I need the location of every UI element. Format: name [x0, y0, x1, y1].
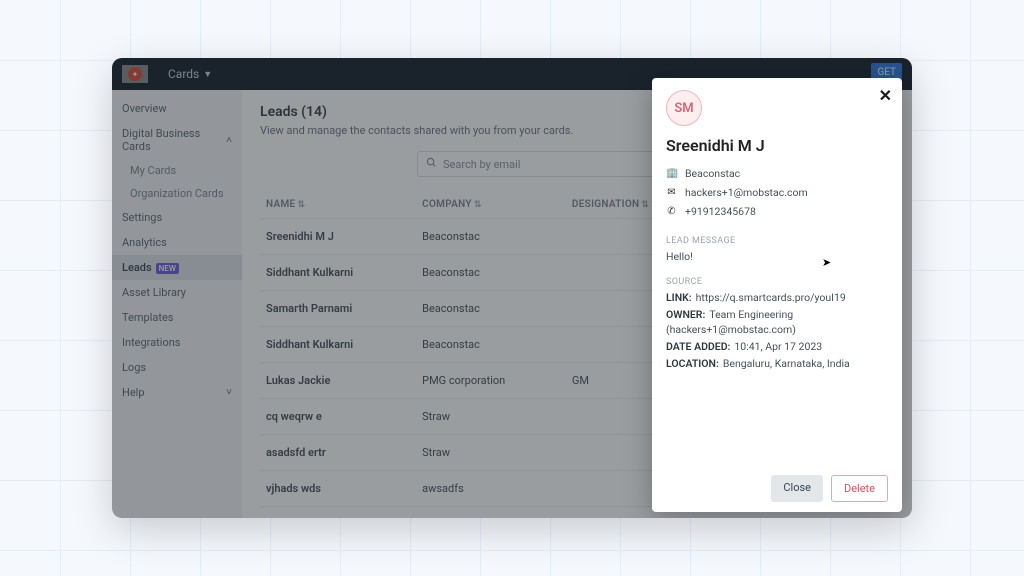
new-badge: NEW — [156, 263, 179, 274]
close-icon[interactable]: ✕ — [879, 86, 892, 105]
sidebar-item-help[interactable]: Help ˅ — [112, 380, 242, 405]
sidebar-item-dbc[interactable]: Digital Business Cards ˄ — [112, 121, 242, 159]
lead-detail-panel: ✕ SM Sreenidhi M J 🏢 Beaconstac ✉ hacker… — [652, 78, 902, 512]
mail-icon: ✉ — [666, 187, 677, 198]
col-company[interactable]: COMPANY⇅ — [416, 191, 566, 219]
owner-row: OWNER:Team Engineering — [666, 308, 888, 321]
cell-company: awsadfs — [416, 471, 566, 507]
cell-company: PMG corporation — [416, 363, 566, 399]
lead-message-label: LEAD MESSAGE — [666, 236, 888, 246]
lead-name: Sreenidhi M J — [666, 136, 888, 155]
email-row: ✉ hackers+1@mobstac.com — [666, 186, 888, 199]
sidebar-item-asset-library[interactable]: Asset Library — [112, 280, 242, 305]
cell-company: Straw — [416, 399, 566, 435]
sidebar: Overview Digital Business Cards ˄ My Car… — [112, 90, 242, 518]
sidebar-item-templates[interactable]: Templates — [112, 305, 242, 330]
cell-name: vjhads wds — [260, 471, 416, 507]
search-placeholder: Search by email — [443, 158, 520, 171]
sidebar-item-integrations[interactable]: Integrations — [112, 330, 242, 355]
cell-name: Samarth Parnami — [260, 291, 416, 327]
cell-name: Siddhant Kulkarni — [260, 327, 416, 363]
lead-message-text: Hello! — [666, 250, 888, 263]
cards-menu[interactable]: Cards ▼ — [168, 67, 212, 81]
cell-company: vs — [416, 507, 566, 519]
sidebar-item-logs[interactable]: Logs — [112, 355, 242, 380]
close-button[interactable]: Close — [771, 475, 823, 502]
app-frame: ✦ Cards ▼ GET Overview Digital Business … — [112, 58, 912, 518]
cell-company: Beaconstac — [416, 291, 566, 327]
sidebar-sub-my-cards[interactable]: My Cards — [112, 159, 242, 182]
sort-icon: ⇅ — [297, 200, 305, 210]
delete-button[interactable]: Delete — [831, 475, 888, 502]
avatar: SM — [666, 90, 702, 126]
date-added-row: DATE ADDED:10:41, Apr 17 2023 — [666, 340, 888, 353]
cell-company: Beaconstac — [416, 255, 566, 291]
chevron-down-icon: ˅ — [226, 387, 232, 398]
cell-company: Beaconstac — [416, 219, 566, 255]
sidebar-sub-org-cards[interactable]: Organization Cards — [112, 182, 242, 205]
sidebar-item-settings[interactable]: Settings — [112, 205, 242, 230]
cell-name: asadsfd ertr — [260, 435, 416, 471]
cell-name: Sreenidhi M J — [260, 219, 416, 255]
cell-company: Straw — [416, 435, 566, 471]
sidebar-item-analytics[interactable]: Analytics — [112, 230, 242, 255]
link-row: LINK:https://q.smartcards.pro/youI19 — [666, 291, 888, 304]
search-icon — [426, 157, 437, 171]
phone-row: ✆ +91912345678 — [666, 205, 888, 218]
cell-name: cq weqrw e — [260, 399, 416, 435]
cell-name: ihdi svgdahs — [260, 507, 416, 519]
phone-icon: ✆ — [666, 206, 677, 217]
chevron-up-icon: ˄ — [226, 135, 232, 146]
sort-icon: ⇅ — [641, 200, 649, 210]
company-row: 🏢 Beaconstac — [666, 167, 888, 180]
sidebar-item-overview[interactable]: Overview — [112, 96, 242, 121]
sidebar-item-leads[interactable]: LeadsNEW — [112, 255, 242, 280]
source-label: SOURCE — [666, 277, 888, 287]
col-name[interactable]: NAME⇅ — [260, 191, 416, 219]
location-row: LOCATION:Bengaluru, Karnataka, India — [666, 357, 888, 370]
cell-company: Beaconstac — [416, 327, 566, 363]
cell-name: Lukas Jackie — [260, 363, 416, 399]
building-icon: 🏢 — [666, 168, 677, 179]
cell-name: Siddhant Kulkarni — [260, 255, 416, 291]
owner-sub: (hackers+1@mobstac.com) — [666, 323, 888, 336]
app-logo: ✦ — [122, 65, 148, 83]
chevron-down-icon: ▼ — [203, 69, 212, 80]
cards-menu-label: Cards — [168, 67, 199, 81]
cursor-icon: ➤ — [822, 256, 831, 269]
sort-icon: ⇅ — [474, 200, 482, 210]
